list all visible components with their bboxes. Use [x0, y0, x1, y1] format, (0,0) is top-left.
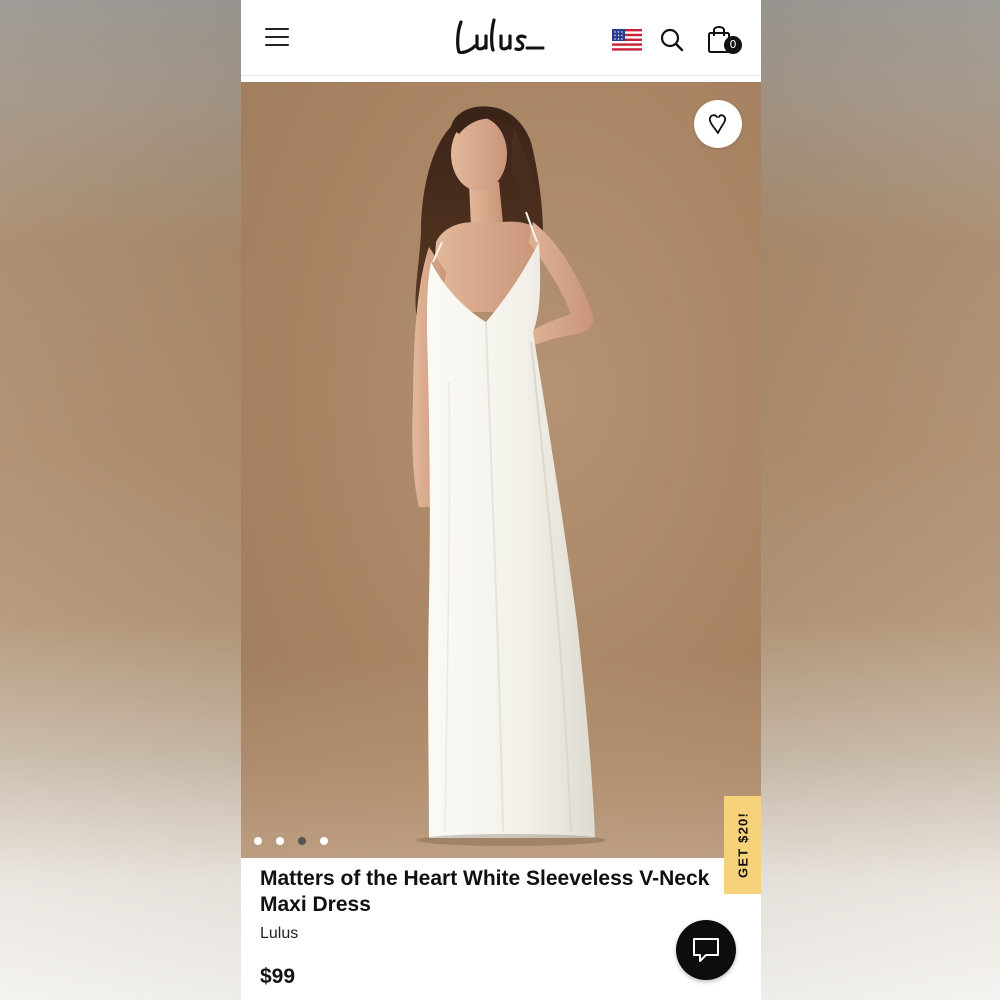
shopping-bag-button[interactable]: 0 — [707, 22, 745, 58]
search-icon[interactable] — [659, 27, 685, 53]
product-image[interactable] — [241, 82, 761, 858]
gallery-dot[interactable] — [276, 837, 284, 845]
site-header: 0 — [241, 0, 761, 76]
background-right-blur — [761, 0, 1000, 1000]
us-flag-icon[interactable] — [612, 29, 642, 53]
product-brand[interactable]: Lulus — [260, 925, 298, 943]
product-page: 0 GET $20! Matters of the Heart White Sl… — [241, 0, 761, 1000]
gallery-dot[interactable] — [254, 837, 262, 845]
gallery-pagination — [254, 837, 328, 847]
product-price: $99 — [260, 965, 296, 988]
hamburger-menu-icon[interactable] — [265, 28, 289, 48]
wishlist-button[interactable] — [694, 100, 742, 148]
product-title: Matters of the Heart White Sleeveless V-… — [260, 867, 710, 916]
chat-bubble-icon — [693, 938, 719, 962]
background-left-blur — [0, 0, 241, 1000]
gallery-dot-active[interactable] — [298, 837, 306, 845]
chat-button[interactable] — [676, 920, 736, 980]
lulus-logo[interactable] — [453, 14, 549, 60]
cart-count-badge: 0 — [724, 36, 742, 54]
heart-icon — [708, 114, 727, 134]
gallery-dot[interactable] — [320, 837, 328, 845]
model-in-white-dress — [412, 106, 606, 846]
